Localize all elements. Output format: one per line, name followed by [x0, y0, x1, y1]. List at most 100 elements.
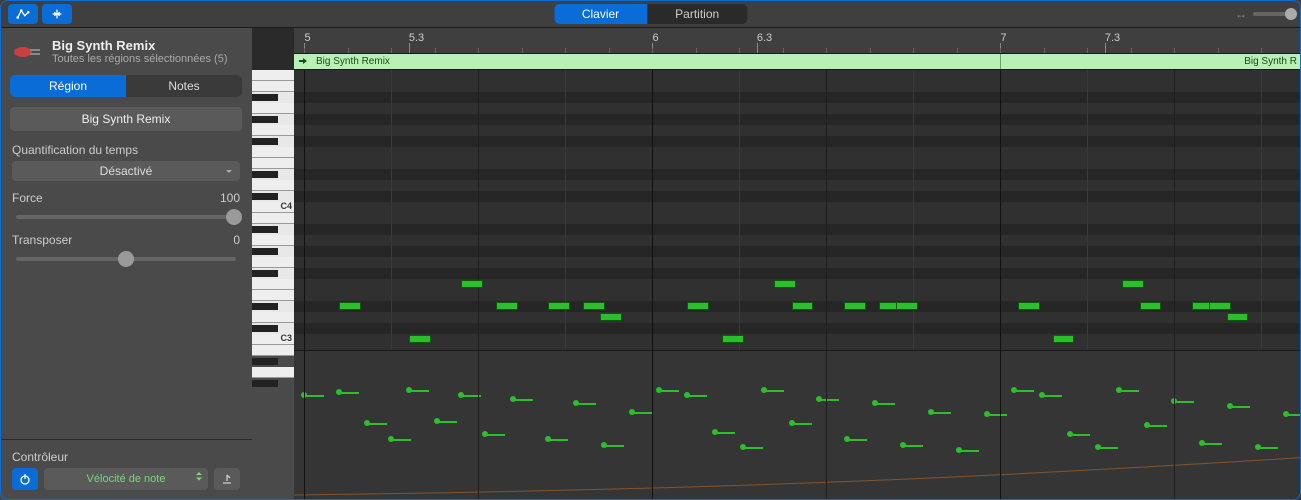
timeline-ruler[interactable]: 55.366.377.3: [294, 28, 1301, 54]
force-slider-thumb[interactable]: [226, 209, 242, 225]
midi-note[interactable]: [548, 302, 570, 310]
inspector-sidebar: Big Synth Remix Toutes les régions sélec…: [0, 28, 252, 500]
midi-note[interactable]: [844, 302, 866, 310]
catch-tool-button[interactable]: [42, 4, 72, 24]
velocity-point[interactable]: [339, 392, 359, 500]
zoom-horizontal-icon[interactable]: ↔: [1235, 7, 1247, 21]
velocity-point[interactable]: [437, 421, 457, 500]
velocity-point[interactable]: [903, 445, 923, 500]
midi-note[interactable]: [722, 335, 744, 343]
velocity-point[interactable]: [1098, 447, 1118, 500]
midi-note[interactable]: [339, 302, 361, 310]
velocity-point[interactable]: [659, 390, 679, 500]
velocity-point[interactable]: [1230, 406, 1250, 500]
velocity-point[interactable]: [931, 412, 951, 500]
top-toolbar: Clavier Partition ↔: [0, 0, 1301, 28]
midi-note[interactable]: [792, 302, 814, 310]
velocity-point[interactable]: [485, 434, 505, 500]
automation-icon: [16, 7, 30, 21]
ruler-tick: 7.3: [1105, 32, 1120, 44]
region-header-bar[interactable]: Big Synth Remix Big Synth R: [294, 54, 1301, 70]
velocity-lane[interactable]: [294, 350, 1301, 500]
controller-label: Contrôleur: [12, 450, 68, 464]
transpose-value: 0: [233, 233, 240, 247]
velocity-point[interactable]: [1258, 447, 1278, 500]
midi-note[interactable]: [896, 302, 918, 310]
tab-notes[interactable]: Notes: [126, 75, 242, 97]
velocity-point[interactable]: [819, 399, 839, 500]
midi-note[interactable]: [1227, 313, 1249, 321]
midi-note[interactable]: [1140, 302, 1162, 310]
zoom-slider[interactable]: [1253, 12, 1293, 16]
transpose-block: Transposer 0: [0, 233, 252, 275]
controller-power-button[interactable]: [12, 468, 38, 490]
tab-score[interactable]: Partition: [647, 4, 747, 24]
force-value: 100: [220, 191, 240, 205]
share-icon: [221, 473, 233, 485]
velocity-point[interactable]: [548, 439, 568, 500]
midi-note[interactable]: [461, 280, 483, 288]
ruler-tick: 5.3: [409, 32, 424, 44]
quantize-dropdown[interactable]: Désactivé: [12, 161, 240, 181]
midi-note[interactable]: [1209, 302, 1231, 310]
transpose-slider-thumb[interactable]: [118, 251, 134, 267]
quantize-label: Quantification du temps: [12, 143, 138, 157]
tab-keyboard[interactable]: Clavier: [554, 4, 647, 24]
zoom-slider-thumb[interactable]: [1285, 8, 1297, 20]
velocity-point[interactable]: [715, 432, 735, 500]
velocity-point[interactable]: [847, 439, 867, 500]
velocity-point[interactable]: [632, 412, 652, 500]
velocity-point[interactable]: [687, 395, 707, 500]
midi-note[interactable]: [1122, 280, 1144, 288]
midi-note[interactable]: [409, 335, 431, 343]
controller-mode-dropdown[interactable]: Vélocité de note: [44, 468, 208, 490]
midi-note[interactable]: [496, 302, 518, 310]
midi-note[interactable]: [583, 302, 605, 310]
velocity-point[interactable]: [743, 447, 763, 500]
note-grid[interactable]: [294, 70, 1301, 350]
tab-region[interactable]: Région: [10, 75, 126, 97]
velocity-point[interactable]: [604, 445, 624, 500]
velocity-point[interactable]: [792, 423, 812, 500]
midi-note[interactable]: [1018, 302, 1040, 310]
view-mode-tabs: Clavier Partition: [554, 4, 747, 24]
midi-note[interactable]: [600, 313, 622, 321]
velocity-point[interactable]: [1174, 401, 1194, 500]
midi-note[interactable]: [774, 280, 796, 288]
piano-keyboard[interactable]: C4C3: [252, 70, 294, 350]
controller-block: Contrôleur Vélocité de note: [0, 439, 252, 500]
track-instrument-icon: [12, 42, 42, 62]
velocity-point[interactable]: [1070, 434, 1090, 500]
transpose-slider[interactable]: [16, 257, 236, 261]
region-name-right: Big Synth R: [1244, 56, 1297, 67]
velocity-point[interactable]: [1042, 395, 1062, 500]
force-label: Force: [12, 191, 43, 205]
velocity-point[interactable]: [1014, 390, 1034, 500]
velocity-point[interactable]: [1119, 390, 1139, 500]
region-loop-icon: [298, 57, 308, 67]
velocity-point[interactable]: [959, 450, 979, 500]
velocity-point[interactable]: [1202, 443, 1222, 500]
velocity-point[interactable]: [409, 390, 429, 500]
region-name-left: Big Synth Remix: [294, 56, 390, 67]
velocity-point[interactable]: [367, 423, 387, 500]
velocity-point[interactable]: [1147, 425, 1167, 500]
region-name-field[interactable]: Big Synth Remix: [10, 107, 242, 131]
velocity-point[interactable]: [875, 403, 895, 500]
velocity-point[interactable]: [764, 390, 784, 500]
velocity-point[interactable]: [513, 399, 533, 500]
piano-area: C4C3: [252, 70, 1301, 350]
velocity-point[interactable]: [304, 395, 324, 500]
velocity-point[interactable]: [1286, 414, 1301, 500]
track-header: Big Synth Remix Toutes les régions sélec…: [0, 28, 252, 71]
force-slider[interactable]: [16, 215, 236, 219]
controller-share-button[interactable]: [214, 468, 240, 490]
automation-tool-button[interactable]: [8, 4, 38, 24]
ruler-tick: 6.3: [757, 32, 772, 44]
midi-note[interactable]: [1053, 335, 1075, 343]
force-block: Force 100: [0, 191, 252, 233]
velocity-point[interactable]: [576, 403, 596, 500]
transpose-label: Transposer: [12, 233, 72, 247]
midi-note[interactable]: [687, 302, 709, 310]
velocity-point[interactable]: [987, 414, 1007, 500]
